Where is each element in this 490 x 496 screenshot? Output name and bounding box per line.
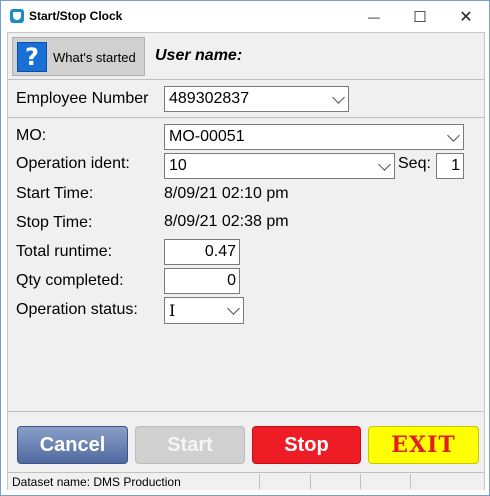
start-stop-clock-window: Start/Stop Clock — ☐ ✕ ? What's started … [0, 0, 490, 496]
status-bar: Dataset name: DMS Production [8, 472, 484, 490]
minimize-icon: — [368, 9, 380, 24]
button-area-divider [8, 411, 484, 412]
chevron-down-icon [332, 91, 345, 104]
whats-started-button[interactable]: ? What's started [12, 37, 145, 76]
operation-ident-value: 10 [169, 157, 187, 174]
client-area: ? What's started User name: Employee Num… [7, 32, 485, 490]
employee-number-combo[interactable]: 489302837 [164, 86, 349, 112]
seq-label: Seq: [398, 155, 431, 172]
chevron-down-icon [227, 302, 240, 315]
window-title: Start/Stop Clock [29, 9, 123, 23]
total-runtime-label: Total runtime: [16, 243, 113, 260]
cancel-button[interactable]: Cancel [17, 426, 128, 464]
start-time-label: Start Time: [16, 185, 94, 202]
maximize-icon: ☐ [413, 8, 427, 26]
whats-started-label: What's started [53, 50, 136, 65]
stop-button[interactable]: Stop [252, 426, 361, 464]
operation-ident-label: Operation ident: [16, 155, 130, 172]
start-time-value: 8/09/21 02:10 pm [164, 185, 289, 202]
toolbar: ? What's started User name: [8, 33, 484, 79]
total-runtime-field[interactable]: 0.47 [164, 239, 240, 265]
stop-time-value: 8/09/21 02:38 pm [164, 213, 289, 230]
minimize-button[interactable]: — [351, 1, 397, 32]
help-icon: ? [17, 42, 47, 72]
maximize-button[interactable]: ☐ [397, 1, 443, 32]
operation-ident-combo[interactable]: 10 [164, 153, 395, 179]
toolbar-divider [8, 79, 484, 80]
mo-value: MO-00051 [169, 128, 245, 145]
operation-status-label: Operation status: [16, 301, 138, 318]
start-button[interactable]: Start [135, 426, 245, 464]
title-bar: Start/Stop Clock — ☐ ✕ [1, 1, 489, 32]
dataset-name-text: Dataset name: DMS Production [12, 475, 181, 489]
operation-status-value: I [169, 301, 176, 320]
status-divider [310, 474, 311, 489]
mo-label: MO: [16, 127, 47, 144]
exit-button[interactable]: EXIT [368, 426, 479, 464]
operation-status-combo[interactable]: I [164, 297, 244, 324]
section-divider [8, 117, 484, 118]
employee-number-value: 489302837 [169, 90, 250, 107]
mo-combo[interactable]: MO-00051 [164, 124, 464, 150]
qty-completed-label: Qty completed: [16, 272, 124, 289]
qty-completed-field[interactable]: 0 [164, 268, 240, 294]
seq-field[interactable]: 1 [436, 153, 464, 179]
user-name-label: User name: [155, 47, 243, 64]
close-button[interactable]: ✕ [443, 1, 489, 32]
chevron-down-icon [447, 129, 460, 142]
status-divider [410, 474, 411, 489]
status-divider [360, 474, 361, 489]
close-icon: ✕ [459, 8, 473, 26]
stop-time-label: Stop Time: [16, 214, 93, 231]
chevron-down-icon [378, 158, 391, 171]
employee-number-label: Employee Number [16, 90, 149, 107]
status-divider [259, 474, 260, 489]
app-icon [10, 9, 24, 23]
